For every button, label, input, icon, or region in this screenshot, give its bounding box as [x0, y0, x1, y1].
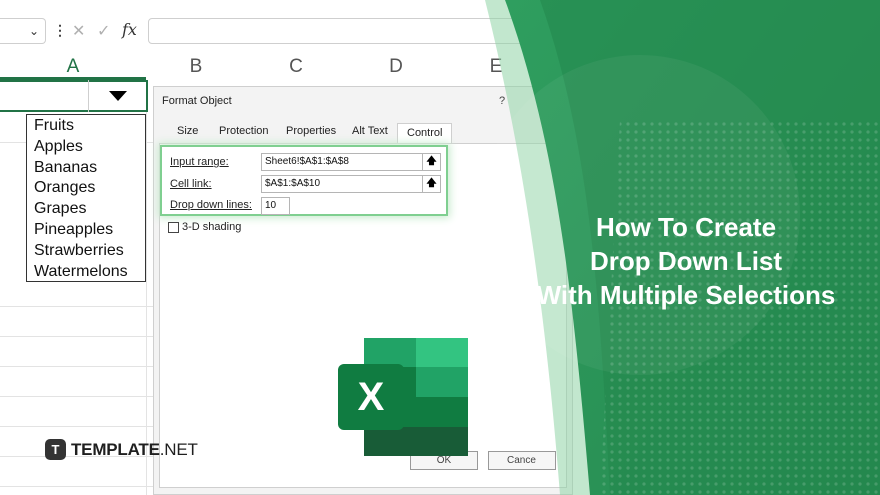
- dialog-tabs: Size Protection Properties Alt Text Cont…: [166, 123, 566, 145]
- input-range-field[interactable]: Sheet6!$A$1:$A$8 🡅: [261, 153, 441, 171]
- list-item[interactable]: Strawberries: [27, 240, 145, 261]
- column-header-d[interactable]: D: [346, 54, 446, 80]
- shading-checkbox[interactable]: [168, 222, 179, 233]
- dropdown-lines-field[interactable]: 10: [261, 197, 290, 215]
- list-item[interactable]: Apples: [27, 136, 145, 157]
- help-icon[interactable]: ?: [499, 95, 505, 107]
- tab-alt-text[interactable]: Alt Text: [352, 125, 388, 137]
- list-item[interactable]: Fruits: [27, 115, 145, 136]
- insert-function-icon[interactable]: fx: [122, 20, 137, 39]
- cell-link-label: Cell link:: [170, 178, 212, 190]
- control-settings-group: Input range: Sheet6!$A$1:$A$8 🡅 Cell lin…: [160, 145, 448, 216]
- column-headers: A B C D E: [0, 54, 880, 80]
- headline-line: With Multiple Selections: [536, 280, 836, 310]
- cancel-button[interactable]: Cance: [488, 451, 556, 470]
- list-item[interactable]: Grapes: [27, 198, 145, 219]
- tab-protection[interactable]: Protection: [219, 125, 269, 137]
- headline-line: Drop Down List: [589, 246, 783, 276]
- chevron-down-icon[interactable]: ⌄: [29, 24, 39, 38]
- list-item[interactable]: Oranges: [27, 177, 145, 198]
- excel-logo-letter: X: [358, 375, 385, 419]
- column-header-e[interactable]: E: [446, 54, 546, 80]
- tab-control[interactable]: Control: [397, 123, 453, 145]
- confirm-entry-icon[interactable]: ✓: [97, 21, 110, 41]
- dropdown-button[interactable]: [88, 80, 146, 112]
- template-brand-text: TEMPLATE.NET: [71, 440, 198, 459]
- input-range-value: Sheet6!$A$1:$A$8: [265, 156, 349, 167]
- dropdown-lines-value: 10: [265, 200, 277, 211]
- headline-line: How To Create: [595, 212, 777, 242]
- grid-line: [0, 396, 155, 397]
- list-item[interactable]: Bananas: [27, 157, 145, 178]
- excel-logo-icon: X: [338, 338, 468, 456]
- grid-line: [0, 336, 155, 337]
- dropdown-list[interactable]: Fruits Apples Bananas Oranges Grapes Pin…: [26, 114, 146, 282]
- cell-link-value: $A$1:$A$10: [265, 178, 321, 189]
- formula-bar: ⌄ ⋮ ✕ ✓ fx: [0, 12, 880, 48]
- more-options-icon[interactable]: ⋮: [53, 22, 67, 39]
- list-item[interactable]: Watermelons: [27, 261, 145, 282]
- dialog-title: Format Object: [162, 95, 232, 107]
- collapse-dialog-icon[interactable]: 🡅: [422, 176, 440, 192]
- formula-input[interactable]: [148, 18, 880, 44]
- column-header-a[interactable]: A: [0, 54, 146, 80]
- triangle-down-icon: [109, 91, 127, 101]
- tab-size[interactable]: Size: [177, 125, 198, 137]
- name-box[interactable]: ⌄: [0, 18, 46, 44]
- tab-properties[interactable]: Properties: [286, 125, 336, 137]
- grid-line: [0, 486, 155, 487]
- headline: How To Create Drop Down List With Multip…: [506, 210, 866, 312]
- cancel-entry-icon[interactable]: ✕: [72, 21, 85, 41]
- column-header-b[interactable]: B: [146, 54, 246, 80]
- grid-line: [0, 306, 155, 307]
- cell-link-field[interactable]: $A$1:$A$10 🡅: [261, 175, 441, 193]
- grid-line: [0, 366, 155, 367]
- collapse-dialog-icon[interactable]: 🡅: [422, 154, 440, 170]
- list-item[interactable]: Pineapples: [27, 219, 145, 240]
- column-header-c[interactable]: C: [246, 54, 346, 80]
- input-range-label: Input range:: [170, 156, 229, 168]
- grid-line: [0, 426, 155, 427]
- shading-label: 3-D shading: [182, 221, 242, 233]
- dropdown-lines-label: Drop down lines:: [170, 199, 252, 211]
- template-badge-icon: T: [45, 439, 66, 460]
